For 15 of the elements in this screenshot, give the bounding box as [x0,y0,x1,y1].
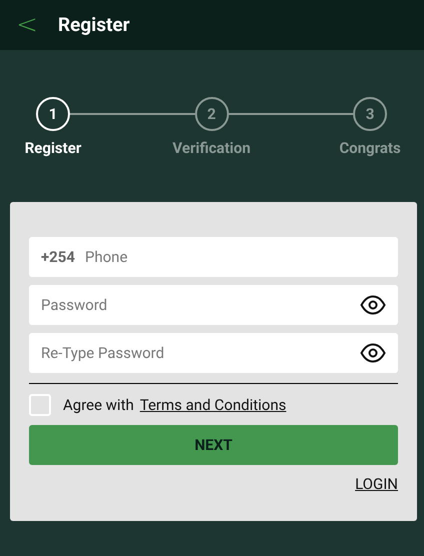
password-field[interactable]: Re-Type Password [29,333,398,373]
login-link[interactable]: LOGIN [355,473,398,496]
next-button[interactable]: NEXT [29,425,398,465]
step-label: Verification [172,138,250,159]
agree-checkbox[interactable] [29,394,51,416]
country-code: +254 [41,247,75,267]
step-label: Congrats [339,138,401,159]
eye-icon[interactable] [360,295,386,315]
eye-icon[interactable] [360,343,386,363]
back-button[interactable]: < [12,12,42,38]
password-field[interactable]: Password [29,285,398,325]
terms-link[interactable]: Terms and Conditions [140,394,286,416]
agree-text: Agree with [63,394,134,416]
page-title: Register [58,12,130,38]
step-label: Register [24,138,82,159]
